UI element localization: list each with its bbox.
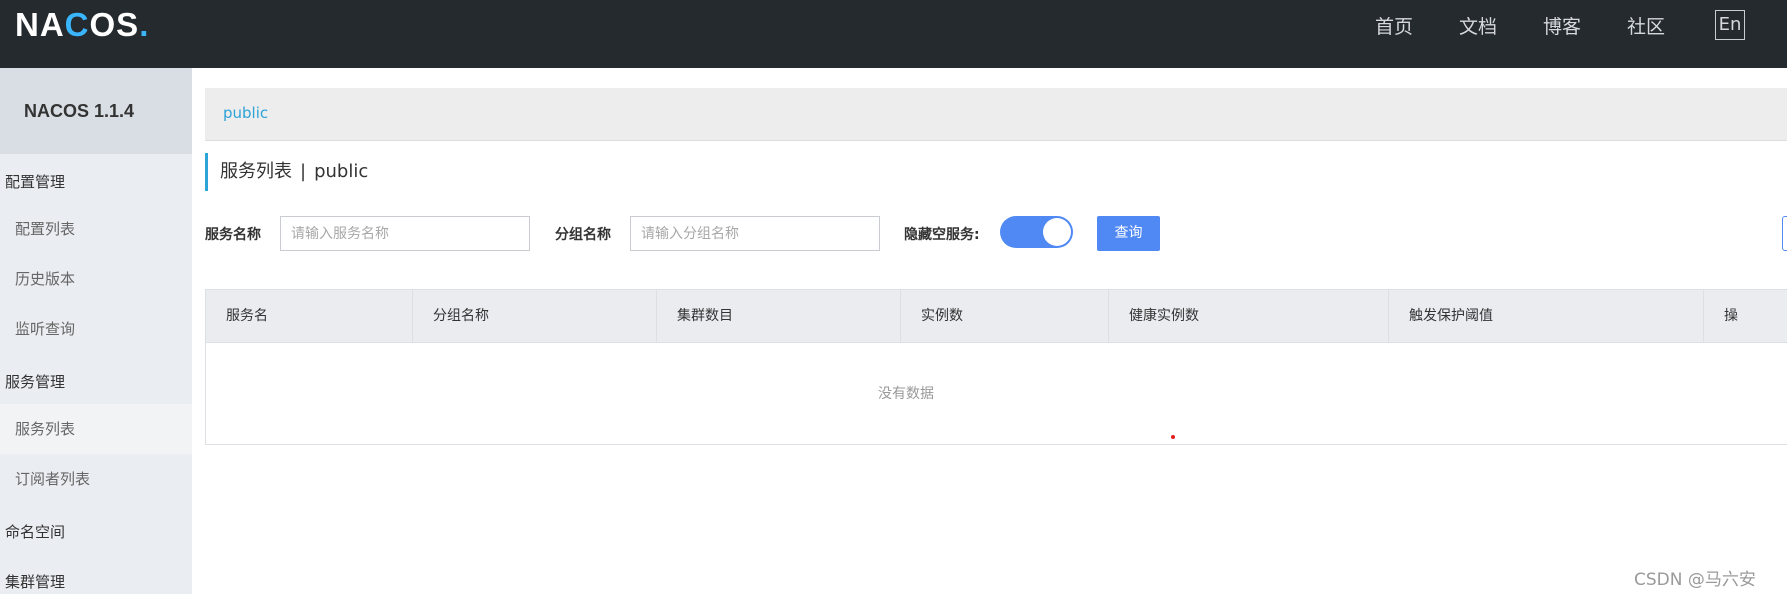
hide-empty-toggle[interactable]: [1000, 216, 1073, 248]
col-protect-threshold: 触发保护阈值: [1389, 290, 1704, 342]
watermark: CSDN @马六安: [1634, 570, 1756, 590]
query-button[interactable]: 查询: [1097, 216, 1160, 251]
col-instance-count: 实例数: [901, 290, 1109, 342]
col-cluster-count: 集群数目: [657, 290, 901, 342]
logo-text-1: NA: [15, 6, 65, 43]
service-table: 服务名 分组名称 集群数目 实例数 健康实例数 触发保护阈值 操 没有数据: [205, 289, 1787, 445]
nav-home[interactable]: 首页: [1375, 12, 1413, 39]
hide-empty-label: 隐藏空服务:: [904, 227, 980, 243]
service-name-label: 服务名称: [205, 227, 261, 243]
sidebar-item-subscribers[interactable]: 订阅者列表: [0, 454, 192, 504]
toggle-knob: [1043, 218, 1071, 246]
nav-blog[interactable]: 博客: [1543, 12, 1581, 39]
group-name-input[interactable]: [630, 216, 880, 251]
page-title: 服务列表 | public: [205, 153, 368, 191]
namespace-link-public[interactable]: public: [223, 104, 268, 122]
sidebar-group-cluster[interactable]: 集群管理: [5, 571, 65, 592]
sidebar-group-service[interactable]: 服务管理: [5, 371, 65, 392]
sidebar-item-config-list[interactable]: 配置列表: [0, 204, 192, 254]
sidebar-item-service-list[interactable]: 服务列表: [0, 404, 192, 454]
nav-docs[interactable]: 文档: [1459, 12, 1497, 39]
sidebar: NACOS 1.1.4 配置管理 配置列表 历史版本 监听查询 服务管理 服务列…: [0, 68, 192, 594]
cursor-dot: [1171, 435, 1175, 439]
title-separator: |: [300, 161, 307, 182]
create-service-button-edge[interactable]: [1782, 216, 1787, 251]
logo-text-2: C: [64, 6, 90, 43]
col-healthy-instance-count: 健康实例数: [1109, 290, 1389, 342]
col-actions: 操: [1724, 308, 1738, 324]
logo-dot: .: [139, 6, 150, 43]
nav-community[interactable]: 社区: [1627, 12, 1665, 39]
nacos-logo[interactable]: NACOS.: [15, 6, 149, 44]
logo-text-3: OS: [89, 6, 140, 43]
sidebar-group-namespace[interactable]: 命名空间: [5, 521, 65, 542]
group-name-label: 分组名称: [555, 227, 611, 243]
sidebar-item-history[interactable]: 历史版本: [0, 254, 192, 304]
language-toggle-button[interactable]: En: [1715, 10, 1745, 40]
page-title-text: 服务列表: [220, 161, 292, 182]
col-service-name: 服务名: [206, 290, 413, 342]
table-header: 服务名 分组名称 集群数目 实例数 健康实例数 触发保护阈值 操: [206, 290, 1787, 343]
namespace-bar: public: [205, 88, 1787, 141]
service-name-input[interactable]: [280, 216, 530, 251]
col-group-name: 分组名称: [413, 290, 657, 342]
page-title-namespace: public: [314, 161, 369, 182]
version-label: NACOS 1.1.4: [0, 68, 192, 154]
top-navbar: NACOS. 首页 文档 博客 社区 En: [0, 0, 1787, 68]
sidebar-group-config[interactable]: 配置管理: [5, 171, 65, 192]
empty-table-message: 没有数据: [878, 386, 934, 402]
sidebar-item-listener-query[interactable]: 监听查询: [0, 304, 192, 354]
